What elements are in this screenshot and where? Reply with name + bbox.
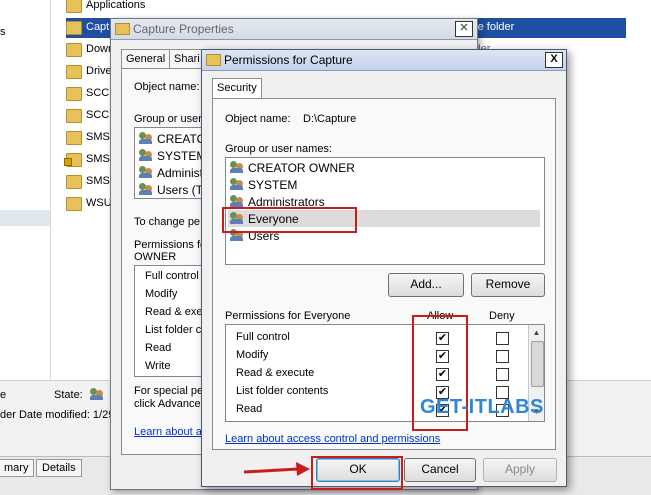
tab-details[interactable]: Details xyxy=(36,459,82,477)
folder-icon xyxy=(66,87,82,101)
tab-summary[interactable]: mary xyxy=(0,459,35,477)
lock-icon xyxy=(64,158,72,166)
properties-title: Capture Properties xyxy=(133,22,234,36)
scroll-thumb[interactable] xyxy=(531,341,544,387)
users-group-icon xyxy=(230,178,244,190)
nav-item[interactable]: s xyxy=(0,26,6,38)
deny-checkbox[interactable] xyxy=(496,332,509,345)
permissions-dialog: Permissions for Capture X Security Objec… xyxy=(201,49,567,487)
scroll-up-icon[interactable]: ▲ xyxy=(530,326,543,340)
permission-name: List folder c xyxy=(145,324,202,336)
users-group-icon xyxy=(139,166,153,178)
permissions-titlebar[interactable]: Permissions for Capture X xyxy=(202,50,566,71)
change-permissions-label: To change pe xyxy=(134,216,201,228)
click-advanced-label: click Advance xyxy=(134,398,201,410)
state-label: State: xyxy=(54,389,83,401)
remove-button[interactable]: Remove xyxy=(471,273,545,297)
tab-sharing[interactable]: Shari xyxy=(169,49,205,68)
permission-name: Modify xyxy=(145,288,178,300)
group-label: Group or user xyxy=(134,113,202,125)
permission-name: List folder contents xyxy=(236,385,329,397)
user-name: SYSTEM xyxy=(157,149,207,163)
deny-header: Deny xyxy=(489,310,515,322)
user-name: CREATOR OWNER xyxy=(248,161,355,175)
user-name: SYSTEM xyxy=(248,178,298,192)
object-name-label: Object name: xyxy=(134,81,200,93)
folder-icon xyxy=(66,43,82,57)
users-group-icon xyxy=(139,149,153,161)
properties-titlebar[interactable]: Capture Properties ✕ xyxy=(111,19,477,40)
special-permissions-label: For special pe xyxy=(134,385,204,397)
learn-about-link[interactable]: Learn about a xyxy=(134,426,202,438)
folder-name: Drive xyxy=(86,65,112,77)
deny-checkbox[interactable] xyxy=(496,368,509,381)
navigation-pane: s xyxy=(0,0,51,380)
permission-name: Read xyxy=(236,403,263,415)
permissions-for-everyone-label: Permissions for Everyone xyxy=(225,310,351,322)
nav-selected-item[interactable] xyxy=(0,210,50,226)
users-group-icon xyxy=(230,195,244,207)
user-name: Administ xyxy=(157,166,204,180)
tab-general[interactable]: General xyxy=(121,49,171,68)
details-date-modified: der Date modified: 1/29 xyxy=(0,409,115,421)
folder-icon xyxy=(66,65,82,79)
tab-security[interactable]: Security xyxy=(212,78,262,99)
watermark: GET-ITLABS xyxy=(420,396,544,418)
cancel-button[interactable]: Cancel xyxy=(404,458,476,482)
user-list-item[interactable]: CREATOR OWNER xyxy=(228,159,540,176)
permission-name: Read xyxy=(145,342,172,354)
permissions-for-label: Permissions for xyxy=(134,239,210,251)
folder-icon xyxy=(66,109,82,123)
group-label: Group or user names: xyxy=(225,143,332,155)
object-name-label: Object name: xyxy=(225,113,291,125)
users-group-icon xyxy=(139,132,153,144)
folder-icon xyxy=(206,54,221,66)
highlight-everyone-box xyxy=(222,207,357,233)
file-list-row[interactable]: Applications xyxy=(66,0,626,16)
user-name: Users (TI xyxy=(157,183,207,197)
permission-name: Full control xyxy=(236,331,290,343)
folder-icon xyxy=(115,23,130,35)
users-group-icon xyxy=(230,161,244,173)
close-icon[interactable]: ✕ xyxy=(455,21,473,37)
permission-name: Read & execute xyxy=(236,367,315,379)
highlight-ok-box xyxy=(311,456,403,490)
details-line-1: e xyxy=(0,389,7,401)
learn-access-control-link[interactable]: Learn about access control and permissio… xyxy=(225,433,440,445)
folder-icon xyxy=(66,21,82,35)
user-list-item[interactable]: SYSTEM xyxy=(228,176,540,193)
red-arrow-icon xyxy=(243,462,310,476)
permission-name: Read & exe xyxy=(145,306,203,318)
object-name-value: D:\Capture xyxy=(303,113,357,125)
permission-name: Modify xyxy=(236,349,269,361)
folder-icon xyxy=(66,131,82,145)
deny-checkbox[interactable] xyxy=(496,350,509,363)
folder-name: Applications xyxy=(86,0,146,11)
close-icon[interactable]: X xyxy=(545,52,563,68)
add-button[interactable]: Add... xyxy=(388,273,464,297)
permission-name: Full control xyxy=(145,270,199,282)
folder-icon xyxy=(66,197,82,211)
folder-icon xyxy=(66,175,82,189)
apply-button[interactable]: Apply xyxy=(483,458,557,482)
permission-name: Write xyxy=(145,360,171,372)
permissions-title: Permissions for Capture xyxy=(224,53,353,67)
folder-icon xyxy=(66,0,82,13)
users-group-icon xyxy=(139,183,153,195)
state-users-icon xyxy=(90,388,104,400)
permissions-owner-label: OWNER xyxy=(134,251,177,263)
